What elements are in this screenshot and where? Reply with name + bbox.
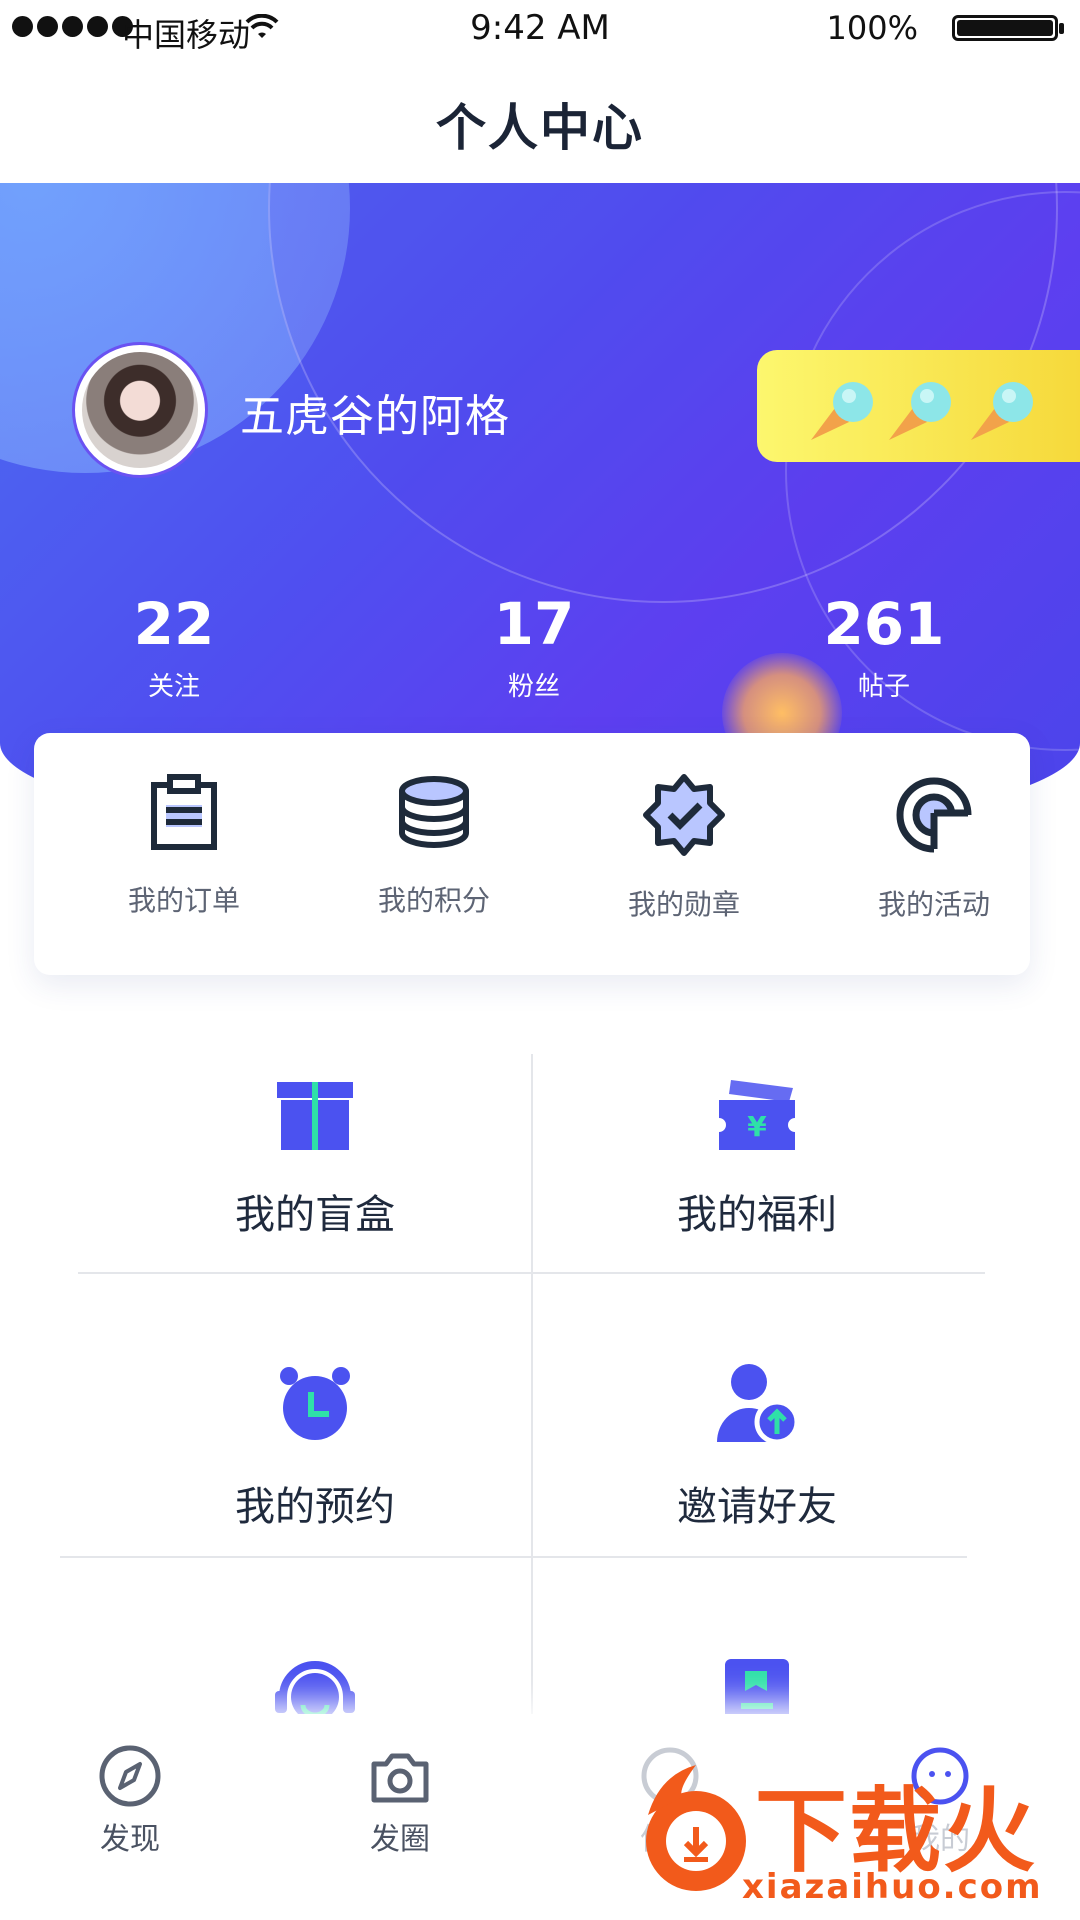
stat-value: 261 bbox=[823, 590, 945, 658]
quick-action-label: 我的积分 bbox=[377, 884, 490, 917]
quick-action-label: 我的订单 bbox=[127, 884, 240, 917]
stat-label: 粉丝 bbox=[507, 672, 560, 702]
activity-target-icon bbox=[896, 777, 972, 853]
database-coins-icon bbox=[399, 776, 469, 848]
service-label: 我的福利 bbox=[677, 1192, 837, 1238]
service-invite-friends[interactable]: 邀请好友 bbox=[557, 1362, 957, 1532]
alarm-clock-icon bbox=[280, 1367, 350, 1440]
flame-logo-icon bbox=[646, 1765, 746, 1891]
svg-text:¥: ¥ bbox=[747, 1110, 767, 1143]
navigation-bar: 个人中心 bbox=[0, 58, 1080, 183]
clock: 9:42 AM bbox=[470, 8, 610, 48]
quick-action-medals[interactable]: 我的勋章 bbox=[584, 773, 784, 923]
quick-action-points[interactable]: 我的积分 bbox=[334, 773, 534, 919]
stat-label: 关注 bbox=[147, 672, 200, 702]
grid-divider bbox=[60, 1556, 967, 1558]
member-badge[interactable] bbox=[757, 350, 1080, 462]
stat-followers[interactable]: 17 粉丝 bbox=[404, 590, 664, 703]
watermark: 下载火 xiazaihuo.com bbox=[630, 1745, 1080, 1920]
stat-value: 22 bbox=[133, 590, 215, 658]
tab-label: 发现 bbox=[100, 1822, 160, 1857]
quick-action-label: 我的活动 bbox=[877, 888, 990, 921]
tab-label: 发圈 bbox=[370, 1822, 430, 1857]
service-benefits[interactable]: ¥ 我的福利 bbox=[557, 1078, 957, 1240]
user-invite-icon bbox=[717, 1364, 800, 1445]
ice-cream-icon bbox=[889, 382, 951, 440]
gift-box-icon bbox=[277, 1082, 353, 1150]
stat-posts[interactable]: 261 帖子 bbox=[754, 590, 1014, 703]
medal-badge-icon bbox=[643, 774, 725, 856]
stat-following[interactable]: 22 关注 bbox=[44, 590, 304, 703]
coupon-yen-icon: ¥ bbox=[719, 1080, 795, 1150]
avatar-photo bbox=[82, 352, 198, 468]
compass-icon bbox=[99, 1745, 161, 1807]
username[interactable]: 五虎谷的阿格 bbox=[240, 380, 510, 444]
battery-percentage: 100% bbox=[826, 9, 918, 47]
quick-action-label: 我的勋章 bbox=[627, 888, 740, 921]
quick-actions-card: 我的订单 我的积分 我的勋章 我的活动 bbox=[34, 733, 1030, 975]
grid-divider bbox=[531, 1054, 533, 1714]
watermark-url: xiazaihuo.com bbox=[742, 1867, 1043, 1907]
page-title: 个人中心 bbox=[436, 99, 644, 157]
stat-label: 帖子 bbox=[857, 672, 910, 702]
status-bar: 中国移动 9:42 AM 100% bbox=[0, 0, 1080, 58]
service-label: 我的预约 bbox=[235, 1484, 395, 1530]
grid-divider bbox=[78, 1272, 985, 1274]
battery-icon bbox=[952, 15, 1064, 41]
service-label: 我的盲盒 bbox=[235, 1192, 395, 1238]
ice-cream-icon bbox=[811, 382, 873, 440]
tab-post[interactable]: 发圈 bbox=[320, 1744, 480, 1858]
clipboard-icon bbox=[151, 774, 217, 850]
service-reservation[interactable]: 我的预约 bbox=[115, 1362, 515, 1532]
service-label: 邀请好友 bbox=[677, 1484, 837, 1530]
avatar[interactable] bbox=[72, 342, 208, 478]
service-blind-box[interactable]: 我的盲盒 bbox=[115, 1078, 515, 1240]
stat-value: 17 bbox=[493, 590, 575, 658]
ice-cream-icon bbox=[971, 382, 1033, 440]
camera-icon bbox=[371, 1753, 429, 1803]
quick-action-orders[interactable]: 我的订单 bbox=[84, 773, 284, 919]
tab-discover[interactable]: 发现 bbox=[50, 1744, 210, 1858]
quick-action-activities[interactable]: 我的活动 bbox=[834, 773, 1034, 923]
